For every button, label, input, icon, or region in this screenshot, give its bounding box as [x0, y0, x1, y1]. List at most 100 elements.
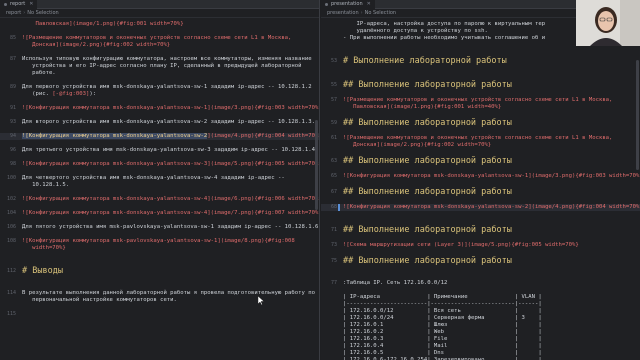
image-link-text: ![Конфигурация коммутатора msk-donskaya-… — [22, 105, 320, 111]
code-line[interactable] — [0, 154, 319, 161]
code-line[interactable] — [0, 276, 319, 283]
code-line[interactable] — [321, 49, 640, 56]
code-line[interactable] — [321, 111, 640, 118]
code-line[interactable]: 115 — [0, 311, 319, 318]
code-line[interactable]: 98 ![Конфигурация коммутатора msk-donskay… — [0, 161, 319, 168]
code-line[interactable]: 77:Таблица IP. Сеть 172.16.0.0/12 — [321, 280, 640, 287]
scrollbar[interactable] — [636, 60, 639, 170]
code-line[interactable]: устройства и его IP-адрес согласно плану… — [0, 63, 319, 70]
code-line[interactable] — [321, 218, 640, 225]
code-line[interactable] — [0, 189, 319, 196]
code-line[interactable] — [0, 77, 319, 84]
code-line[interactable] — [321, 149, 640, 156]
code-line[interactable] — [0, 283, 319, 290]
code-line[interactable]: 10.128.1.5. — [0, 182, 319, 189]
line-number: 73 — [330, 242, 337, 248]
code-line[interactable]: | 172.16.0.1 | Шлюз | | — [321, 322, 640, 329]
code-line[interactable]: 67 ## Выполнение лабораторной работы — [321, 187, 640, 197]
code-line[interactable] — [321, 166, 640, 173]
code-line[interactable]: первоначальной настройке коммутаторов се… — [0, 297, 319, 304]
scrollbar[interactable] — [315, 120, 318, 210]
code-line[interactable] — [0, 112, 319, 119]
breadcrumb-file[interactable]: presentation — [327, 10, 359, 16]
code-line[interactable]: 100 Для четвертого устройства имя msk-don… — [0, 175, 319, 182]
code-line[interactable]: 68 ![Конфигурация коммутатора msk-donskay… — [321, 204, 640, 211]
code-line[interactable]: | 172.16.0.0/12 | Вся сеть | | — [321, 308, 640, 315]
code-line[interactable] — [0, 28, 319, 35]
code-line[interactable]: Павловская](image/1.png){#fig:001 width=… — [321, 104, 640, 111]
code-line[interactable] — [321, 128, 640, 135]
code-line[interactable]: 104 ![Конфигурация коммутатора msk-donska… — [0, 210, 319, 217]
code-line[interactable]: 102 ![Конфигурация коммутатора msk-donska… — [0, 196, 319, 203]
code-line[interactable] — [321, 273, 640, 280]
code-line[interactable] — [0, 252, 319, 259]
breadcrumb-file[interactable]: report — [6, 10, 21, 16]
code-line[interactable] — [0, 231, 319, 238]
tab-report[interactable]: report ✕ — [0, 0, 38, 9]
right-editor-pane[interactable]: presentation ✕ presentation › No Selecti… — [321, 0, 640, 360]
code-line[interactable]: |------------------------|--------------… — [321, 301, 640, 308]
code-line[interactable]: width=70%} — [0, 245, 319, 252]
code-line[interactable]: 93 Для второго устройства имя msk-donskay… — [0, 119, 319, 126]
code-line[interactable] — [321, 90, 640, 97]
code-line[interactable]: 112 # Выводы — [0, 266, 319, 276]
code-line[interactable]: 57 ![Размещение коммутаторов и оконечных … — [321, 97, 640, 104]
close-icon[interactable]: ✕ — [367, 1, 371, 7]
code-line[interactable]: 61 ![Размещение коммутаторов и оконечных … — [321, 135, 640, 142]
code-line[interactable]: 65 ![Конфигурация коммутатора msk-donskay… — [321, 173, 640, 180]
code-line[interactable]: 96 Для третьего устройства имя msk-donska… — [0, 147, 319, 154]
code-editor[interactable]: Павловская](image/1.png){#fig:001 width=… — [0, 19, 319, 360]
left-editor-pane[interactable]: report ✕ report › No Selection Павловска… — [0, 0, 320, 360]
code-line[interactable]: | 172.16.0.4 | Mail | | — [321, 343, 640, 350]
code-line[interactable]: Павловская](image/1.png){#fig:001 width=… — [0, 21, 319, 28]
code-line[interactable] — [321, 249, 640, 256]
code-line[interactable] — [0, 126, 319, 133]
code-line[interactable]: | IP-адреса | Примечание | VLAN | — [321, 294, 640, 301]
code-line[interactable] — [0, 140, 319, 147]
code-line[interactable]: | 172.16.0.2 | Web | | — [321, 329, 640, 336]
code-line[interactable]: 55 ## Выполнение лабораторной работы — [321, 80, 640, 90]
image-link-text: Донская](image/2.png){#fig:002 width=70%… — [22, 42, 171, 48]
code-line[interactable]: работе. — [0, 70, 319, 77]
code-line[interactable]: 71 ## Выполнение лабораторной работы — [321, 225, 640, 235]
code-line[interactable] — [321, 66, 640, 73]
code-line[interactable] — [0, 259, 319, 266]
code-line[interactable]: 53 # Выполнение лабораторной работы — [321, 56, 640, 66]
code-line[interactable]: Донская](image/2.png){#fig:002 width=70%… — [321, 142, 640, 149]
code-line[interactable] — [321, 211, 640, 218]
code-line[interactable]: | 172.16.0.0/24 | Серверная ферма | 3 | — [321, 315, 640, 322]
code-line[interactable]: 94 ![Конфигурация коммутатора msk-donskay… — [0, 133, 319, 140]
code-line[interactable]: | 172.16.0.3 | File | | — [321, 336, 640, 343]
code-line[interactable]: Донская](image/2.png){#fig:002 width=70%… — [0, 42, 319, 49]
code-line[interactable]: 87 Используя типовую конфигурацию коммута… — [0, 56, 319, 63]
tab-presentation[interactable]: presentation ✕ — [321, 0, 375, 9]
code-line[interactable] — [321, 287, 640, 294]
code-line[interactable] — [321, 235, 640, 242]
code-line[interactable]: | 172.16.0.5 | Dns | | — [321, 350, 640, 357]
code-line[interactable] — [0, 217, 319, 224]
code-line[interactable]: 59 ## Выполнение лабораторной работы — [321, 118, 640, 128]
close-icon[interactable]: ✕ — [29, 1, 33, 7]
code-line[interactable]: 73 ![Схема маршрутизации сети (Layer 3)](… — [321, 242, 640, 249]
code-editor[interactable]: IP-адреса, настройка доступа по паролю к… — [321, 19, 640, 360]
code-line[interactable]: 75 ## Выполнение лабораторной работы — [321, 256, 640, 266]
code-line[interactable] — [321, 180, 640, 187]
code-line[interactable] — [321, 73, 640, 80]
code-line[interactable]: 108 ![Конфигурация коммутатора msk-pavlov… — [0, 238, 319, 245]
code-line[interactable] — [0, 203, 319, 210]
code-line[interactable]: (рис. [-@fig:003]): — [0, 91, 319, 98]
code-line[interactable] — [0, 49, 319, 56]
code-line[interactable] — [0, 304, 319, 311]
code-line[interactable]: 89 Для первого устройства имя msk-donskay… — [0, 84, 319, 91]
code-line[interactable]: 114 В результате выполнения данной лабора… — [0, 290, 319, 297]
code-line[interactable] — [321, 197, 640, 204]
code-line[interactable] — [0, 168, 319, 175]
code-line[interactable] — [321, 266, 640, 273]
plain-text: устройства и его IP-адрес согласно плану… — [22, 63, 302, 69]
code-line[interactable] — [0, 98, 319, 105]
line-number: 61 — [330, 135, 337, 141]
code-line[interactable]: 91 ![Конфигурация коммутатора msk-donskay… — [0, 105, 319, 112]
code-line[interactable]: 106 Для пятого устройства имя msk-pavlovs… — [0, 224, 319, 231]
code-line[interactable]: 63 ## Выполнение лабораторной работы — [321, 156, 640, 166]
code-line[interactable]: 85 ![Размещение коммутаторов и оконечных … — [0, 35, 319, 42]
